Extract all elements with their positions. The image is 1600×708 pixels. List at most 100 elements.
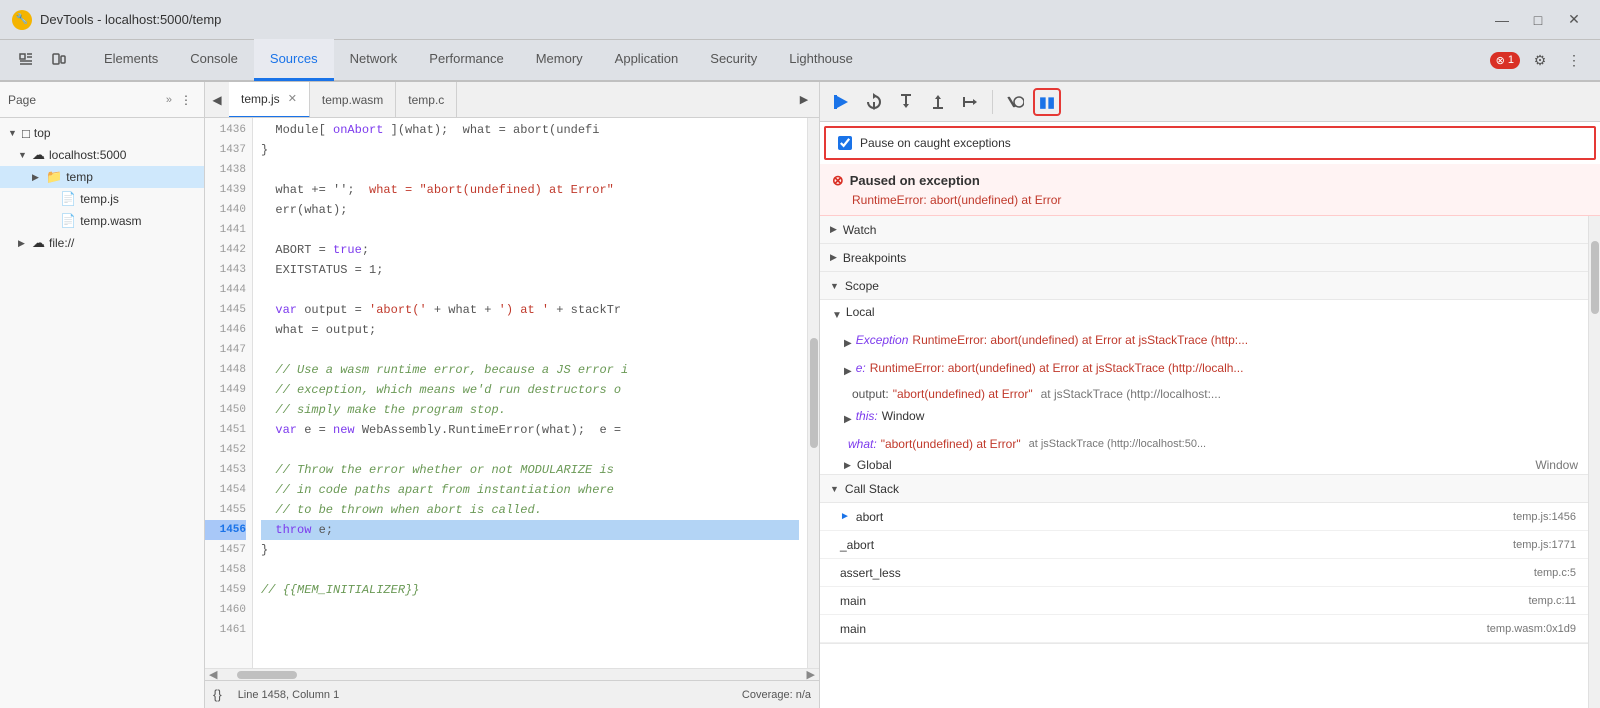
maximize-button[interactable]: □ <box>1524 6 1552 34</box>
format-icon[interactable]: {} <box>213 687 222 702</box>
watch-arrow: ▶ <box>830 224 837 235</box>
scope-this[interactable]: ▶ this: Window <box>820 404 1588 432</box>
right-scrollbar-thumb[interactable] <box>1591 241 1599 315</box>
debug-sections-container: ▶ Watch ▶ Breakpoints ▼ Scope ▼ <box>820 216 1600 708</box>
pause-exceptions-checkbox[interactable] <box>838 136 852 150</box>
code-line <box>261 620 799 640</box>
code-line: // to be thrown when abort is called. <box>261 500 799 520</box>
callstack-item-main[interactable]: main temp.c:11 <box>820 587 1588 615</box>
inspect-element-button[interactable] <box>12 46 40 74</box>
code-line: what = output; <box>261 320 799 340</box>
main-toolbar: Elements Console Sources Network Perform… <box>0 40 1600 82</box>
local-label: Local <box>846 302 875 322</box>
settings-button[interactable]: ⚙ <box>1526 46 1554 74</box>
error-icon: ⊗ <box>1496 54 1505 67</box>
callstack-section-header[interactable]: ▼ Call Stack <box>820 475 1588 503</box>
e-arrow: ▶ <box>844 362 852 382</box>
callstack-item-abort[interactable]: ► abort temp.js:1456 <box>820 503 1588 531</box>
editor-tab-tempjs[interactable]: temp.js ✕ <box>229 82 310 118</box>
device-toolbar-button[interactable] <box>44 46 72 74</box>
exception-val: RuntimeError: abort(undefined) at Error … <box>912 330 1248 350</box>
close-button[interactable]: ✕ <box>1560 6 1588 34</box>
step-into-button[interactable] <box>892 88 920 116</box>
main-layout: Page » ⋮ ▼ □ top ▼ ☁ localhost:5000 ▶ 📁 … <box>0 82 1600 708</box>
scope-e[interactable]: ▶ e: RuntimeError: abort(undefined) at E… <box>820 356 1588 384</box>
editor-tab-tempc[interactable]: temp.c <box>396 82 457 118</box>
code-content[interactable]: Module[ onAbort ](what); what = abort(un… <box>253 118 807 668</box>
close-tab-tempjs[interactable]: ✕ <box>288 92 297 105</box>
local-arrow: ▼ <box>832 306 842 326</box>
panel-tabs: Elements Console Sources Network Perform… <box>88 39 1490 81</box>
more-options-button[interactable]: ⋮ <box>1560 46 1588 74</box>
deactivate-breakpoints-button[interactable] <box>1001 88 1029 116</box>
callstack-item-main-wasm[interactable]: main temp.wasm:0x1d9 <box>820 615 1588 643</box>
callstack-label: Call Stack <box>845 482 899 496</box>
sidebar-expand-icon[interactable]: » <box>166 94 172 106</box>
editor-tabs-more[interactable]: ▶ <box>793 89 815 111</box>
code-scrollbar-thumb[interactable] <box>810 338 818 448</box>
callstack-name-abort: abort <box>856 510 883 524</box>
tab-sources[interactable]: Sources <box>254 39 334 81</box>
minimize-button[interactable]: — <box>1488 6 1516 34</box>
file-tree: ▼ □ top ▼ ☁ localhost:5000 ▶ 📁 temp 📄 te… <box>0 118 204 708</box>
pause-exceptions-button[interactable]: ▮▮ <box>1033 88 1061 116</box>
scope-exception[interactable]: ▶ Exception RuntimeError: abort(undefine… <box>820 328 1588 356</box>
pause-exceptions-label[interactable]: Pause on caught exceptions <box>860 136 1011 150</box>
step-out-button[interactable] <box>924 88 952 116</box>
callstack-file-main: temp.c:11 <box>1529 595 1577 607</box>
debugger-toolbar: ▮▮ <box>820 82 1600 122</box>
tree-item-file[interactable]: ▶ ☁ file:// <box>0 232 204 254</box>
watch-section-header[interactable]: ▶ Watch <box>820 216 1588 244</box>
tab-performance[interactable]: Performance <box>413 39 519 81</box>
code-line: EXITSTATUS = 1; <box>261 260 799 280</box>
tab-security[interactable]: Security <box>694 39 773 81</box>
tree-item-tempjs[interactable]: 📄 temp.js <box>0 188 204 210</box>
tab-memory[interactable]: Memory <box>520 39 599 81</box>
horizontal-scrollbar-thumb[interactable] <box>237 671 297 679</box>
fn-main-wasm: main <box>840 622 866 636</box>
code-scrollbar[interactable] <box>807 118 819 668</box>
breakpoints-section-header[interactable]: ▶ Breakpoints <box>820 244 1588 272</box>
editor-statusbar: {} Line 1458, Column 1 Coverage: n/a <box>205 680 819 708</box>
sidebar-header: Page » ⋮ <box>0 82 204 118</box>
scope-what[interactable]: what: "abort(undefined) at Error" at jsS… <box>820 432 1588 456</box>
code-line <box>261 560 799 580</box>
tab-network[interactable]: Network <box>334 39 414 81</box>
global-arrow: ▶ <box>844 460 851 471</box>
tab-lighthouse[interactable]: Lighthouse <box>773 39 869 81</box>
sidebar-more-button[interactable]: ⋮ <box>176 90 196 110</box>
tree-item-tempwasm[interactable]: 📄 temp.wasm <box>0 210 204 232</box>
step-button[interactable] <box>956 88 984 116</box>
resume-button[interactable] <box>828 88 856 116</box>
local-header[interactable]: ▼ Local <box>820 300 1588 328</box>
tree-label-top: top <box>34 126 51 140</box>
code-line <box>261 440 799 460</box>
code-line <box>261 160 799 180</box>
this-prop: this: <box>856 406 878 426</box>
tree-item-temp[interactable]: ▶ 📁 temp <box>0 166 204 188</box>
scope-output: output: "abort(undefined) at Error" at j… <box>820 384 1588 404</box>
callstack-file-assert: temp.c:5 <box>1534 567 1576 579</box>
right-panel-scrollbar[interactable] <box>1588 216 1600 708</box>
tab-elements[interactable]: Elements <box>88 39 174 81</box>
error-badge[interactable]: ⊗ 1 <box>1490 52 1520 69</box>
callstack-item-assert[interactable]: assert_less temp.c:5 <box>820 559 1588 587</box>
step-over-button[interactable] <box>860 88 888 116</box>
error-circle-icon: ⊗ <box>832 172 844 189</box>
toolbar-right: ⊗ 1 ⚙ ⋮ <box>1490 46 1596 74</box>
tree-item-top[interactable]: ▼ □ top <box>0 122 204 144</box>
editor-nav-prev[interactable]: ◀ <box>205 88 229 112</box>
editor-tab-tempwasm[interactable]: temp.wasm <box>310 82 396 118</box>
app-icon: 🔧 <box>12 10 32 30</box>
global-row[interactable]: ▶ Global Window <box>820 456 1588 474</box>
code-area: 14361437143814391440 1441144214431444144… <box>205 118 819 668</box>
pause-exceptions-section: Pause on caught exceptions <box>824 126 1596 160</box>
code-line <box>261 340 799 360</box>
tree-item-localhost[interactable]: ▼ ☁ localhost:5000 <box>0 144 204 166</box>
e-prop: e: <box>856 358 866 378</box>
tab-application[interactable]: Application <box>599 39 695 81</box>
callstack-item-_abort[interactable]: _abort temp.js:1771 <box>820 531 1588 559</box>
tab-console[interactable]: Console <box>174 39 254 81</box>
scope-section-header[interactable]: ▼ Scope <box>820 272 1588 300</box>
horizontal-scrollbar[interactable]: ◀ ▶ <box>205 668 819 680</box>
